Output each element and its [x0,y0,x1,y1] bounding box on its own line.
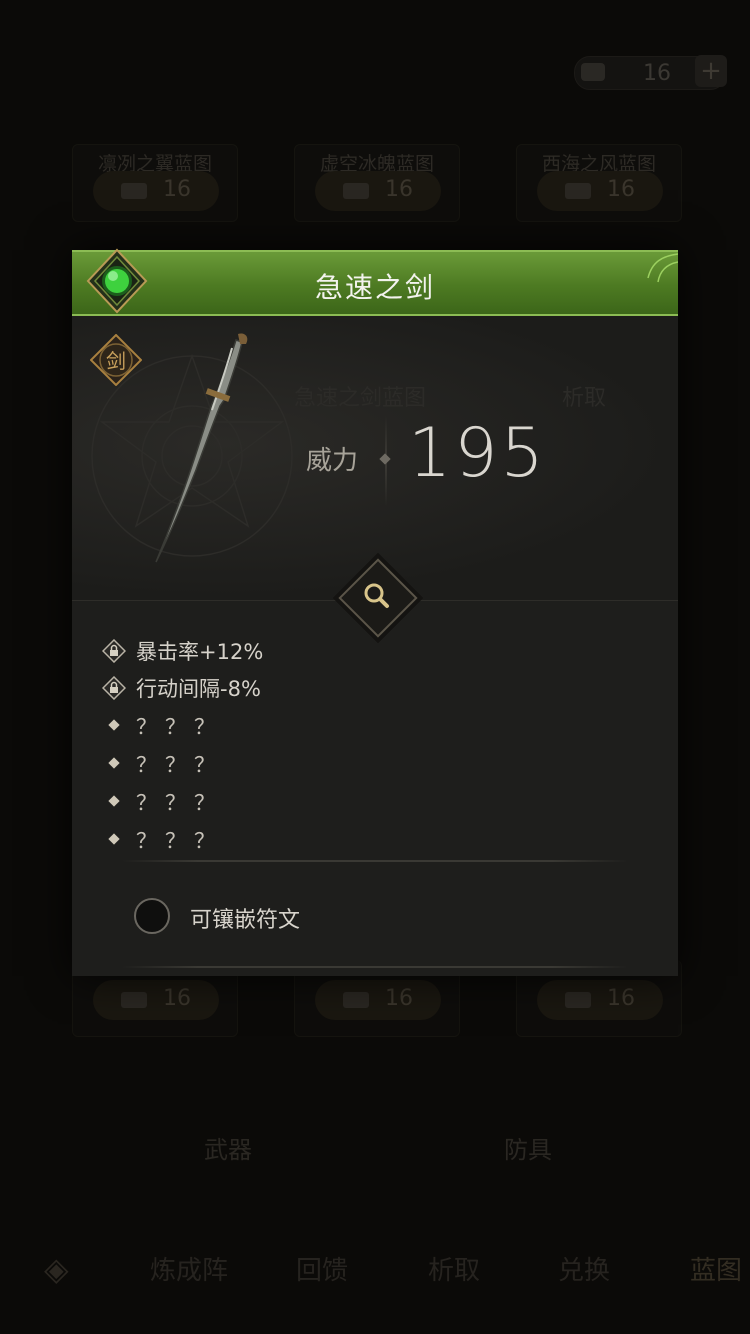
blueprint-cost: 16 [537,171,663,211]
magnifier-icon [364,583,389,608]
item-preview-panel: 剑 急速之剑蓝图 析取 威力 195 [72,316,678,601]
blueprint-currency-icon [581,63,605,81]
currency-value: 16 [643,61,671,86]
diamond-bullet-icon [108,795,120,807]
stat-text: ？？？ [136,715,223,739]
blueprint-currency-icon [121,992,147,1008]
stat-row: ？？？ [102,787,602,817]
rarity-gem-icon [86,248,148,314]
add-currency-button[interactable]: + [695,55,727,87]
stat-text: ？？？ [136,753,223,777]
cost-value: 16 [607,986,635,1011]
weapon-type-label: 剑 [106,349,126,373]
faded-extract-label: 析取 [562,386,607,411]
diamond-bullet-icon [108,833,120,845]
stat-row: 行动间隔-8% [102,673,602,703]
stat-text: 行动间隔-8% [136,677,261,701]
blueprint-currency-icon [565,183,591,199]
diamond-bullet-icon [108,757,120,769]
diamond-icon: ◈ [44,1250,69,1288]
stat-text: 暴击率+12% [136,640,264,664]
item-title: 急速之剑 [314,271,435,304]
modal-header: 急速之剑 [72,250,678,316]
power-label: 威力 [306,446,359,476]
blueprint-cost: 16 [315,171,441,211]
power-divider-dot [379,453,391,465]
blueprint-cost: 16 [537,980,663,1020]
blueprint-currency-icon [343,992,369,1008]
corner-ornament-icon [647,253,678,283]
power-value: 195 [408,414,547,493]
stat-row: 暴击率+12% [102,636,602,666]
nav-item-exchange[interactable]: 兑换 [558,1250,610,1287]
blueprint-card[interactable]: 西海之风蓝图 16 [516,144,682,222]
bottom-nav: ◈ 炼成阵 回馈 析取 兑换 蓝图 [0,1236,750,1306]
rune-toggle[interactable] [134,898,170,934]
blueprint-cost: 16 [93,171,219,211]
blueprint-currency-icon [565,992,591,1008]
sword-icon [155,333,248,563]
stat-row: ？？？ [102,711,602,741]
stat-row: ？？？ [102,749,602,779]
divider [122,966,628,968]
blueprint-currency-icon [121,183,147,199]
blueprint-card[interactable]: 凛冽之翼蓝图 16 [72,144,238,222]
nav-item-feedback[interactable]: 回馈 [296,1250,348,1287]
lock-icon [102,639,126,663]
tab-armor[interactable]: 防具 [504,1130,552,1165]
cost-value: 16 [385,177,413,202]
faded-blueprint-name: 急速之剑蓝图 [294,386,427,411]
blueprint-cost: 16 [93,980,219,1020]
cost-value: 16 [163,177,191,202]
currency-display: 16 + [574,55,727,90]
nav-item-extract[interactable]: 析取 [428,1250,480,1287]
blueprint-cost: 16 [315,980,441,1020]
item-detail-modal: 急速之剑 剑 急速之剑蓝图 析取 威力 195 暴击率+12% 行动间隔-8% … [72,248,678,976]
cost-value: 16 [607,177,635,202]
cost-value: 16 [163,986,191,1011]
lock-icon [102,676,126,700]
blueprint-card[interactable]: 虚空冰魄蓝图 16 [294,144,460,222]
cost-value: 16 [385,986,413,1011]
tab-weapons[interactable]: 武器 [204,1130,252,1165]
stat-row: ？？？ [102,825,602,855]
stat-text: ？？？ [136,829,223,853]
diamond-bullet-icon [108,719,120,731]
blueprint-currency-icon [343,183,369,199]
stat-text: ？？？ [136,791,223,815]
nav-item-forge[interactable]: 炼成阵 [150,1250,228,1287]
nav-item-blueprint[interactable]: 蓝图 [690,1250,742,1287]
rune-label: 可镶嵌符文 [190,908,301,933]
divider [122,860,628,862]
weapon-type-badge: 剑 [89,333,143,387]
